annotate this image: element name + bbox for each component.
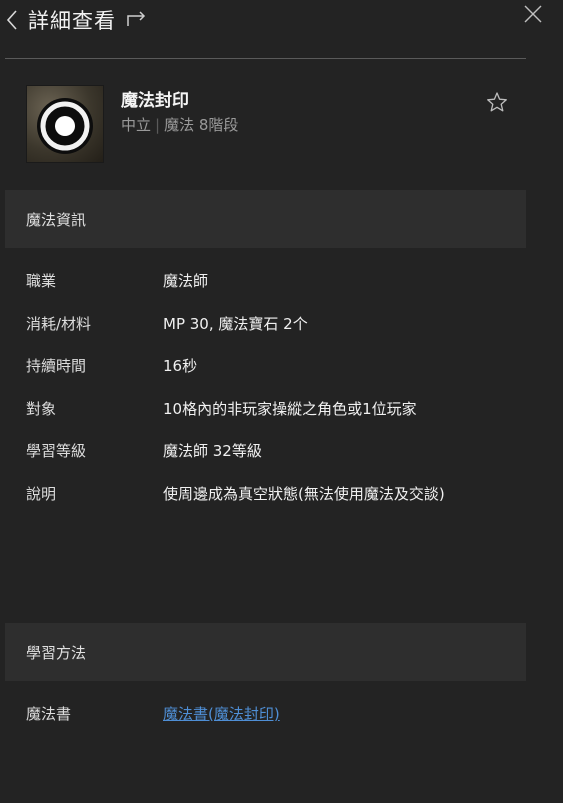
info-row: 對象 10格內的非玩家操縱之角色或1位玩家: [0, 398, 563, 420]
info-label: 職業: [26, 272, 57, 290]
info-row: 職業 魔法師: [0, 270, 563, 292]
learn-row: 魔法書 魔法書(魔法封印): [0, 703, 563, 725]
info-value: 魔法師: [163, 272, 209, 290]
section-magic-info: 魔法資訊: [5, 190, 526, 248]
section-title: 學習方法: [26, 644, 87, 662]
section-title: 魔法資訊: [26, 211, 87, 229]
info-row: 持續時間 16秒: [0, 355, 563, 377]
skill-name: 魔法封印: [121, 91, 189, 111]
header: 詳細查看: [0, 0, 563, 40]
page-title: 詳細查看: [28, 9, 116, 33]
skill-detail-page: 詳細查看 魔法封印 中立 | 魔法 8階段 魔法資訊 職業 魔法師 消耗/材料 MP…: [0, 0, 563, 803]
spellbook-link[interactable]: 魔法書(魔法封印): [163, 703, 280, 724]
info-row: 說明 使周邊成為真空狀態(無法使用魔法及交談): [0, 483, 563, 505]
info-value: 10格內的非玩家操縱之角色或1位玩家: [163, 400, 417, 418]
skill-alignment: 中立: [121, 116, 152, 134]
info-label: 持續時間: [26, 357, 87, 375]
info-value: 16秒: [163, 357, 198, 375]
section-learn-method: 學習方法: [5, 623, 526, 681]
header-divider: [5, 58, 526, 59]
info-label: 消耗/材料: [26, 315, 92, 333]
skill-category: 魔法 8階段: [164, 116, 239, 134]
info-value: MP 30, 魔法寶石 2个: [163, 315, 308, 333]
skill-icon: [26, 85, 104, 163]
info-row: 消耗/材料 MP 30, 魔法寶石 2个: [0, 313, 563, 335]
info-row: 學習等級 魔法師 32等級: [0, 440, 563, 462]
close-icon[interactable]: [522, 3, 544, 25]
info-label: 學習等級: [26, 442, 87, 460]
share-icon[interactable]: [126, 8, 148, 28]
back-arrow-icon[interactable]: [4, 8, 20, 32]
skill-meta: 中立 | 魔法 8階段: [121, 114, 238, 135]
info-value: 魔法師 32等級: [163, 442, 262, 460]
star-icon[interactable]: [486, 91, 508, 113]
info-label: 說明: [26, 485, 57, 503]
ring-icon: [37, 98, 93, 154]
learn-label: 魔法書: [26, 705, 72, 723]
info-value: 使周邊成為真空狀態(無法使用魔法及交談): [163, 485, 445, 503]
meta-separator: |: [155, 116, 161, 134]
info-label: 對象: [26, 400, 57, 418]
